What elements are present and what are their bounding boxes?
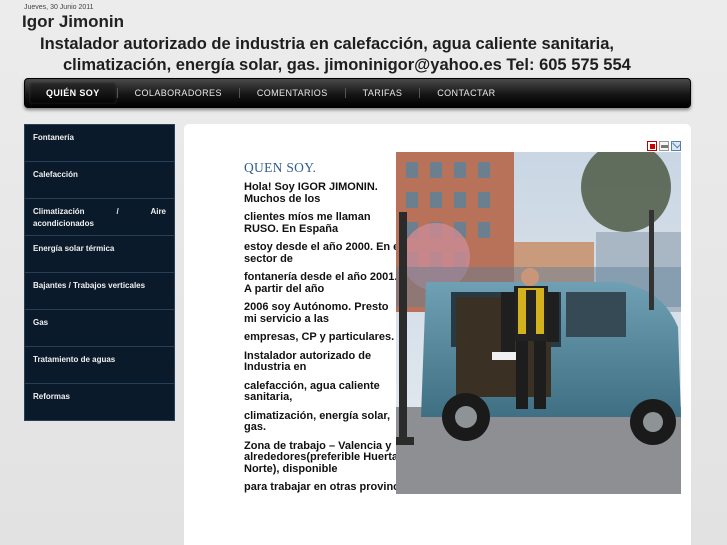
sidebar-item-calefaccion[interactable]: Calefacción [25,162,174,199]
article-paragraph: 2006 soy Autónomo. Presto mi servicio a … [244,301,389,325]
sidebar-item-fontaneria[interactable]: Fontanería [25,125,174,162]
services-sidebar: Fontanería Calefacción Climatización / A… [24,124,175,421]
nav-item-colaboradores[interactable]: COLABORADORES [118,82,239,104]
article-paragraph: empresas, CP y particulares. [244,331,395,343]
email-icon[interactable] [671,141,681,151]
profile-photo [396,152,681,494]
article-paragraph: Hola! Soy IGOR JIMONIN. Muchos de los [244,181,378,205]
current-date: Jueves, 30 Junio 2011 [24,4,94,11]
article-body: Hola! Soy IGOR JIMONIN. Muchos de los cl… [244,181,418,501]
pdf-icon[interactable] [647,141,657,151]
article-paragraph: Zona de trabajo – Valencia y alrededores… [244,439,399,475]
article-paragraph: fontanería desde el año 2001. A partir d… [244,271,398,295]
print-icon[interactable] [659,141,669,151]
sidebar-item-label: Climatización / Aire [33,207,166,216]
article-paragraph: clientes míos me llaman RUSO. En España [244,211,371,235]
sidebar-item-gas[interactable]: Gas [25,310,174,347]
nav-item-comentarios[interactable]: COMENTARIOS [240,82,345,104]
nav-item-quien-soy[interactable]: QUIÉN SOY [29,82,117,104]
photo-van-worker [396,152,681,494]
sidebar-item-climatizacion[interactable]: Climatización / Aire acondicionados [25,199,174,236]
article-paragraph: Instalador autorizado de Industria en [244,349,372,373]
tagline-line-2: climatización, energía solar, gas. jimon… [63,56,631,74]
site-tagline: Instalador autorizado de industria en ca… [40,34,700,76]
sidebar-item-reformas[interactable]: Reformas [25,384,174,421]
article-paragraph: climatización, energía solar, gas. [244,409,391,433]
sidebar-item-energia-solar[interactable]: Energía solar térmica [25,236,174,273]
tagline-line-1: Instalador autorizado de industria en ca… [40,35,615,53]
nav-item-contactar[interactable]: CONTACTAR [420,82,512,104]
sidebar-item-tratamiento-aguas[interactable]: Tratamiento de aguas [25,347,174,384]
article-title: QUEN SOY. [244,160,317,175]
article-paragraph: calefacción, agua caliente sanitaria, [244,379,380,403]
main-navigation: QUIÉN SOY COLABORADORES COMENTARIOS TARI… [24,78,691,108]
article-tools [647,141,681,151]
article-paragraph: estoy desde el año 2000. En el sector de [244,241,403,265]
nav-item-tarifas[interactable]: TARIFAS [346,82,420,104]
site-name: Igor Jimonin [22,12,124,31]
sidebar-item-sublabel: acondicionados [33,219,94,228]
main-content: QUEN SOY. Hola! Soy IGOR JIMONIN. Muchos… [184,124,691,545]
sidebar-item-bajantes[interactable]: Bajantes / Trabajos verticales [25,273,174,310]
